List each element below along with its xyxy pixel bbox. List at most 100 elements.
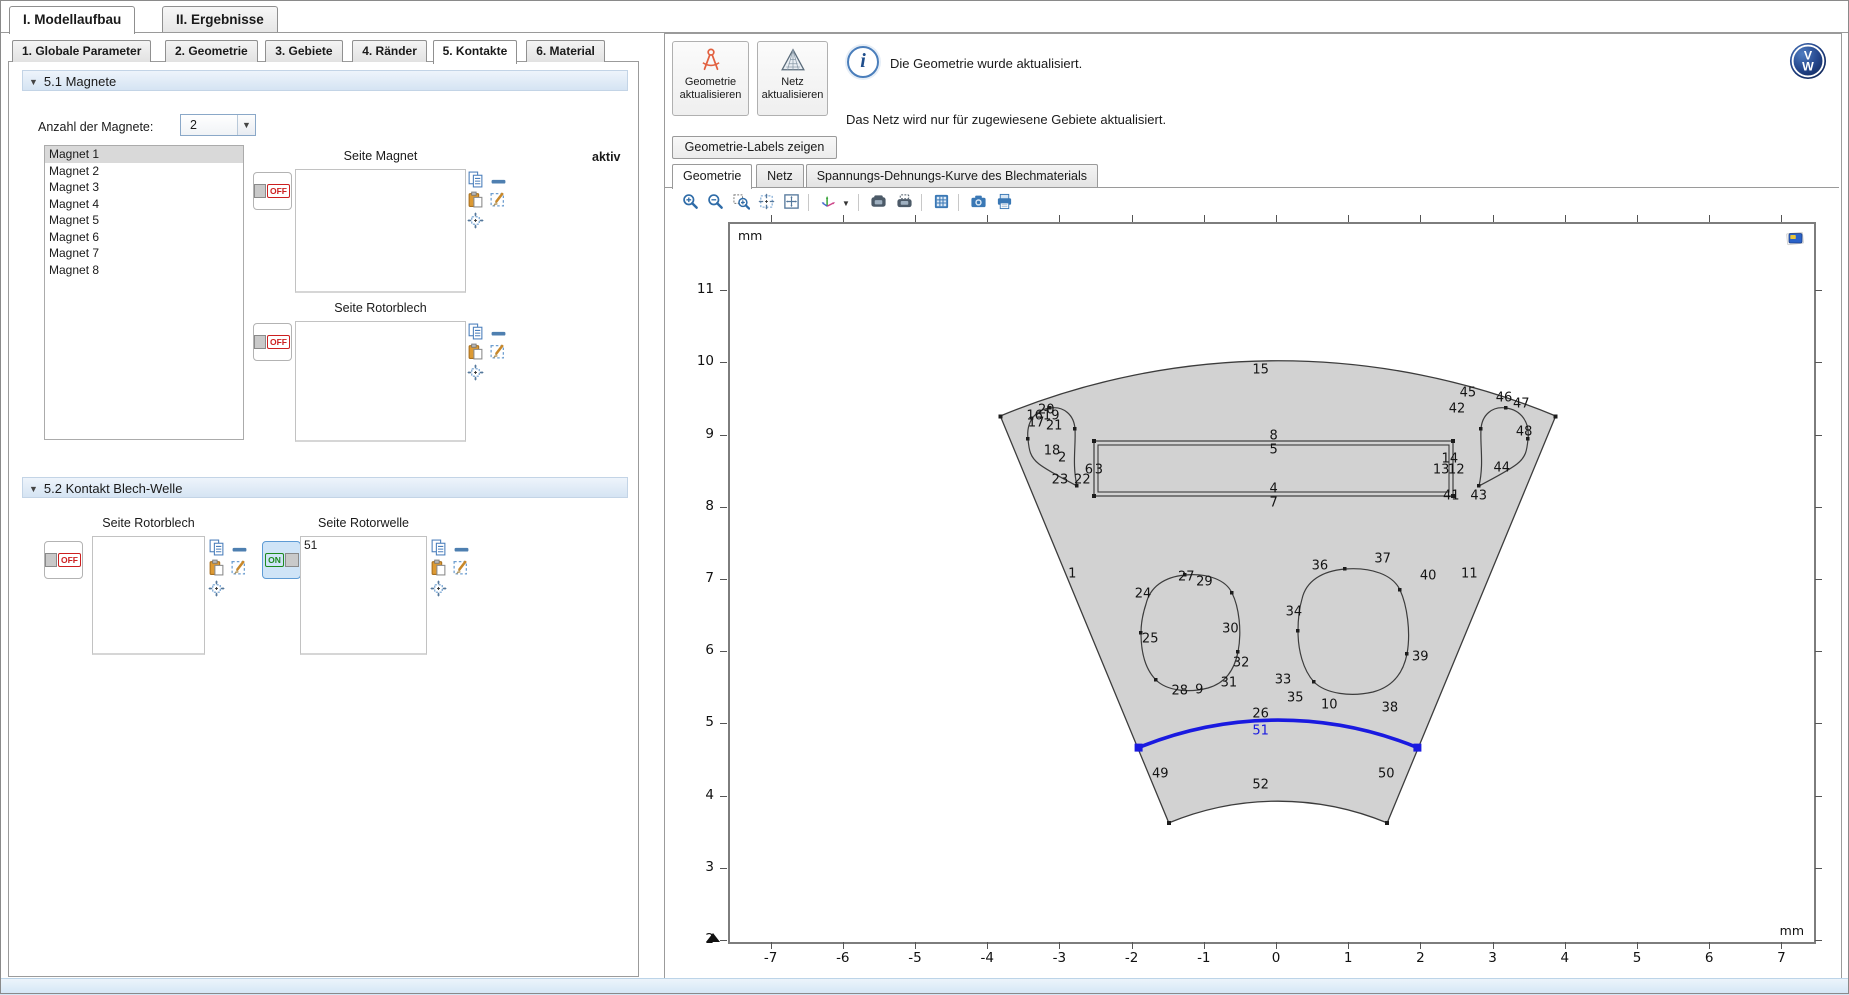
zoom-to-selection-icon[interactable] — [467, 212, 484, 229]
edge-label-43[interactable]: 43 — [1470, 488, 1487, 503]
view-tab-Spannungs-Dehnungs-Kurve des Blechmaterials[interactable]: Spannungs-Dehnungs-Kurve des Blechmateri… — [806, 164, 1098, 187]
edge-label-29[interactable]: 29 — [1196, 574, 1213, 589]
zoom-out-icon[interactable] — [707, 193, 724, 210]
edge-label-30[interactable]: 30 — [1222, 622, 1239, 637]
edge-label-32[interactable]: 32 — [1233, 656, 1250, 671]
edge-label-42[interactable]: 42 — [1449, 402, 1466, 417]
list-item-Magnet 2[interactable]: Magnet 2 — [45, 163, 243, 180]
remove-from-selection-icon[interactable] — [453, 541, 470, 558]
edge-label-5[interactable]: 5 — [1270, 443, 1278, 458]
zoom-to-selection-icon[interactable] — [208, 580, 225, 597]
edge-label-28[interactable]: 28 — [1172, 683, 1189, 698]
axis-orientation-icon[interactable] — [820, 193, 837, 210]
zoom-box-icon[interactable] — [733, 193, 750, 210]
view-tab-Netz[interactable]: Netz — [756, 164, 804, 187]
paste-selection-icon[interactable] — [430, 559, 447, 576]
list-item-Magnet 3[interactable]: Magnet 3 — [45, 179, 243, 196]
section-header-kontakt[interactable]: ▼5.2 Kontakt Blech-Welle — [22, 477, 628, 498]
edge-label-47[interactable]: 47 — [1513, 397, 1530, 412]
list-item-Magnet 8[interactable]: Magnet 8 — [45, 262, 243, 279]
toggle-seite-rotorblech-1[interactable]: OFF — [253, 323, 292, 361]
edge-label-1[interactable]: 1 — [1068, 566, 1076, 581]
edge-label-9[interactable]: 9 — [1195, 683, 1203, 698]
edge-label-40[interactable]: 40 — [1420, 568, 1437, 583]
edge-label-23[interactable]: 23 — [1052, 472, 1069, 487]
edge-label-37[interactable]: 37 — [1374, 552, 1391, 567]
list-item-Magnet 4[interactable]: Magnet 4 — [45, 196, 243, 213]
edge-label-8[interactable]: 8 — [1270, 428, 1278, 443]
edge-label-3[interactable]: 3 — [1095, 462, 1103, 477]
edge-label-46[interactable]: 46 — [1496, 391, 1513, 406]
remove-from-selection-icon[interactable] — [490, 173, 507, 190]
zoom-to-selection-icon[interactable] — [467, 364, 484, 381]
edge-label-33[interactable]: 33 — [1275, 672, 1292, 687]
edge-label-7[interactable]: 7 — [1270, 496, 1278, 511]
geometry-plot-canvas[interactable]: 1516201917211822322638547141312414342454… — [728, 222, 1816, 944]
edge-label-2[interactable]: 2 — [1058, 451, 1066, 466]
section-header-magnete[interactable]: ▼5.1 Magnete — [22, 70, 628, 91]
copy-selection-icon[interactable] — [467, 171, 484, 188]
edge-label-24[interactable]: 24 — [1135, 586, 1152, 601]
copy-selection-icon[interactable] — [208, 539, 225, 556]
edge-label-13[interactable]: 13 — [1433, 462, 1450, 477]
list-item-Magnet 7[interactable]: Magnet 7 — [45, 245, 243, 262]
chevron-down-icon[interactable]: ▼ — [237, 115, 255, 135]
zoom-in-icon[interactable] — [682, 193, 699, 210]
zoom-to-selection-icon[interactable] — [783, 193, 800, 210]
zoom-extents-icon[interactable] — [758, 193, 775, 210]
edge-label-6[interactable]: 6 — [1085, 462, 1093, 477]
left-tab-3. Gebiete[interactable]: 3. Gebiete — [265, 40, 342, 62]
edge-label-44[interactable]: 44 — [1494, 460, 1511, 475]
edge-label-51[interactable]: 51 — [1252, 724, 1269, 739]
edge-label-36[interactable]: 36 — [1312, 558, 1329, 573]
edge-label-11[interactable]: 11 — [1461, 566, 1478, 581]
copy-selection-icon[interactable] — [467, 323, 484, 340]
main-tab-I. Modellaufbau[interactable]: I. Modellaufbau — [9, 6, 135, 34]
image-export-icon[interactable] — [896, 193, 913, 210]
clear-selection-icon[interactable] — [489, 343, 506, 360]
copy-selection-icon[interactable] — [430, 539, 447, 556]
selection-box-seite-magnet[interactable] — [295, 169, 466, 293]
edge-label-38[interactable]: 38 — [1382, 701, 1399, 716]
paste-selection-icon[interactable] — [208, 559, 225, 576]
magnet-count-select[interactable]: 2 ▼ — [180, 114, 256, 136]
clear-selection-icon[interactable] — [452, 559, 469, 576]
clear-selection-icon[interactable] — [489, 191, 506, 208]
remove-from-selection-icon[interactable] — [490, 325, 507, 342]
list-item-Magnet 1[interactable]: Magnet 1 — [45, 146, 243, 163]
edge-label-25[interactable]: 25 — [1142, 631, 1159, 646]
edge-label-26[interactable]: 26 — [1252, 706, 1269, 721]
toggle-seite-rotorblech-2[interactable]: OFF — [44, 541, 83, 579]
edge-label-21[interactable]: 21 — [1046, 418, 1063, 433]
edge-label-15[interactable]: 15 — [1252, 363, 1269, 378]
left-tab-6. Material[interactable]: 6. Material — [526, 40, 605, 62]
show-geometry-labels-button[interactable]: Geometrie-Labels zeigen — [672, 136, 837, 159]
edge-label-39[interactable]: 39 — [1412, 649, 1429, 664]
edge-label-10[interactable]: 10 — [1321, 698, 1338, 713]
magnet-list[interactable]: Magnet 1Magnet 2Magnet 3Magnet 4Magnet 5… — [44, 145, 244, 440]
toggle-seite-magnet[interactable]: OFF — [253, 172, 292, 210]
edge-label-27[interactable]: 27 — [1178, 569, 1195, 584]
paste-selection-icon[interactable] — [467, 191, 484, 208]
remove-from-selection-icon[interactable] — [231, 541, 248, 558]
image-snapshot-icon[interactable] — [870, 193, 887, 210]
camera-icon[interactable] — [970, 193, 987, 210]
clear-selection-icon[interactable] — [230, 559, 247, 576]
edge-label-31[interactable]: 31 — [1221, 675, 1238, 690]
update-mesh-button[interactable]: Netz aktualisieren — [757, 41, 828, 116]
chevron-down-icon[interactable]: ▼ — [842, 199, 850, 208]
update-geometry-button[interactable]: Geometrie aktualisieren — [672, 41, 749, 116]
list-item-Magnet 6[interactable]: Magnet 6 — [45, 229, 243, 246]
edge-label-12[interactable]: 12 — [1448, 462, 1465, 477]
plot-context-icon[interactable] — [1784, 229, 1808, 247]
edge-label-35[interactable]: 35 — [1287, 690, 1304, 705]
view-tab-Geometrie[interactable]: Geometrie — [672, 164, 752, 189]
edge-label-50[interactable]: 50 — [1378, 766, 1395, 781]
selection-box-seite-rotorblech-1[interactable] — [295, 321, 466, 442]
toggle-seite-rotorwelle[interactable]: ON — [262, 541, 301, 579]
edge-label-45[interactable]: 45 — [1460, 386, 1477, 401]
selection-box-seite-rotorblech-2[interactable] — [92, 536, 205, 655]
selection-box-seite-rotorwelle[interactable]: 51 — [300, 536, 427, 655]
grid-icon[interactable] — [933, 193, 950, 210]
zoom-to-selection-icon[interactable] — [430, 580, 447, 597]
